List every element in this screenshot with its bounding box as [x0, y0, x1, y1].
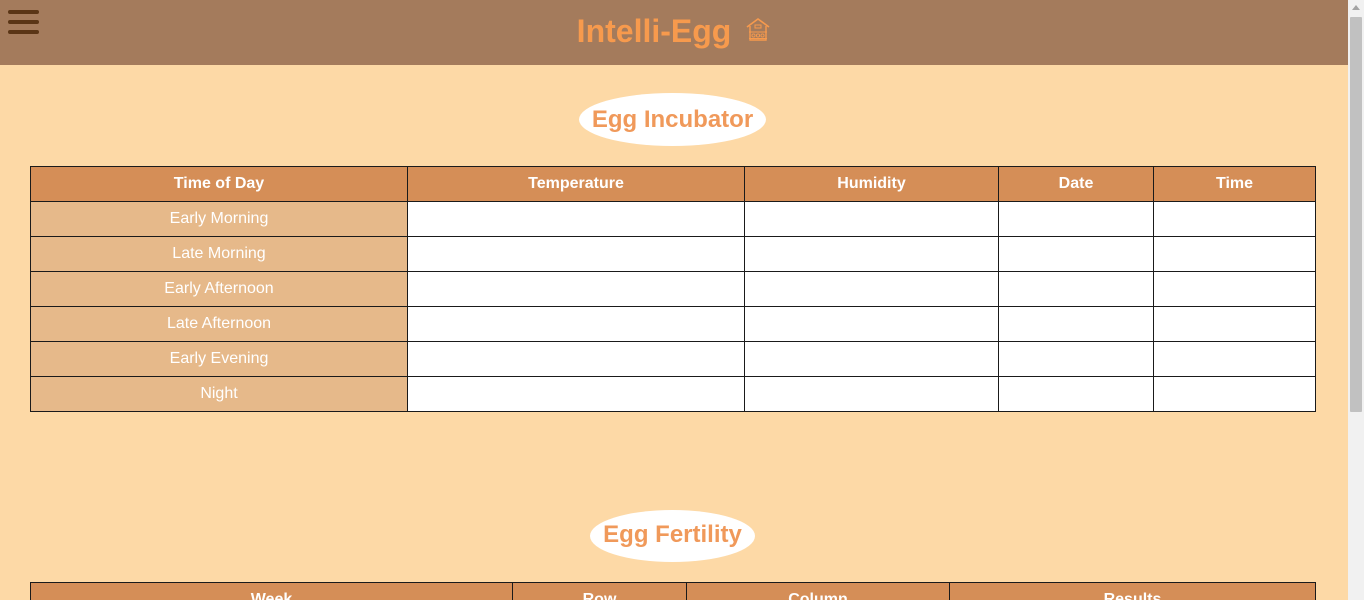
app-title: Intelli-Egg [0, 12, 1348, 50]
scrollbar-thumb[interactable] [1350, 17, 1362, 412]
top-nav-bar: Intelli-Egg [0, 0, 1348, 65]
time-cell[interactable] [1153, 201, 1316, 237]
table-row: Early Evening [30, 341, 1316, 377]
column-header-time-of-day: Time of Day [30, 166, 408, 202]
egg-incubator-heading: Egg Incubator [579, 93, 766, 146]
time-cell[interactable] [1153, 236, 1316, 272]
temperature-cell[interactable] [407, 271, 745, 307]
row-label-early-evening: Early Evening [30, 341, 408, 377]
column-header-time: Time [1153, 166, 1316, 202]
column-header-row: Row [512, 582, 687, 600]
humidity-cell[interactable] [744, 201, 999, 237]
temperature-cell[interactable] [407, 201, 745, 237]
time-cell[interactable] [1153, 376, 1316, 412]
table-row: Night [30, 376, 1316, 412]
scroll-up-arrow-icon[interactable] [1352, 5, 1360, 10]
humidity-cell[interactable] [744, 376, 999, 412]
temperature-cell[interactable] [407, 306, 745, 342]
date-cell[interactable] [998, 236, 1154, 272]
row-label-early-afternoon: Early Afternoon [30, 271, 408, 307]
humidity-cell[interactable] [744, 341, 999, 377]
fertility-header-row: Week Row Column Results [30, 582, 1316, 600]
row-label-late-afternoon: Late Afternoon [30, 306, 408, 342]
page-viewport: Intelli-Egg Egg Incubator Time of Day Te… [0, 0, 1348, 600]
incubator-header-row: Time of Day Temperature Humidity Date Ti… [30, 166, 1316, 202]
date-cell[interactable] [998, 271, 1154, 307]
temperature-cell[interactable] [407, 236, 745, 272]
incubator-table: Time of Day Temperature Humidity Date Ti… [30, 166, 1316, 412]
date-cell[interactable] [998, 306, 1154, 342]
barn-home-icon[interactable] [745, 14, 771, 42]
column-header-date: Date [998, 166, 1154, 202]
temperature-cell[interactable] [407, 376, 745, 412]
row-label-late-morning: Late Morning [30, 236, 408, 272]
table-row: Late Morning [30, 236, 1316, 272]
column-header-temperature: Temperature [407, 166, 745, 202]
date-cell[interactable] [998, 376, 1154, 412]
table-row: Late Afternoon [30, 306, 1316, 342]
temperature-cell[interactable] [407, 341, 745, 377]
column-header-results: Results [949, 582, 1316, 600]
time-cell[interactable] [1153, 341, 1316, 377]
column-header-column: Column [686, 582, 950, 600]
time-cell[interactable] [1153, 306, 1316, 342]
row-label-early-morning: Early Morning [30, 201, 408, 237]
humidity-cell[interactable] [744, 236, 999, 272]
app-title-text: Intelli-Egg [576, 13, 732, 49]
fertility-table: Week Row Column Results [30, 582, 1316, 600]
time-cell[interactable] [1153, 271, 1316, 307]
date-cell[interactable] [998, 201, 1154, 237]
date-cell[interactable] [998, 341, 1154, 377]
column-header-humidity: Humidity [744, 166, 999, 202]
table-row: Early Afternoon [30, 271, 1316, 307]
table-row: Early Morning [30, 201, 1316, 237]
column-header-week: Week [30, 582, 513, 600]
egg-fertility-heading: Egg Fertility [590, 510, 755, 562]
vertical-scrollbar[interactable] [1348, 0, 1364, 600]
row-label-night: Night [30, 376, 408, 412]
humidity-cell[interactable] [744, 306, 999, 342]
humidity-cell[interactable] [744, 271, 999, 307]
